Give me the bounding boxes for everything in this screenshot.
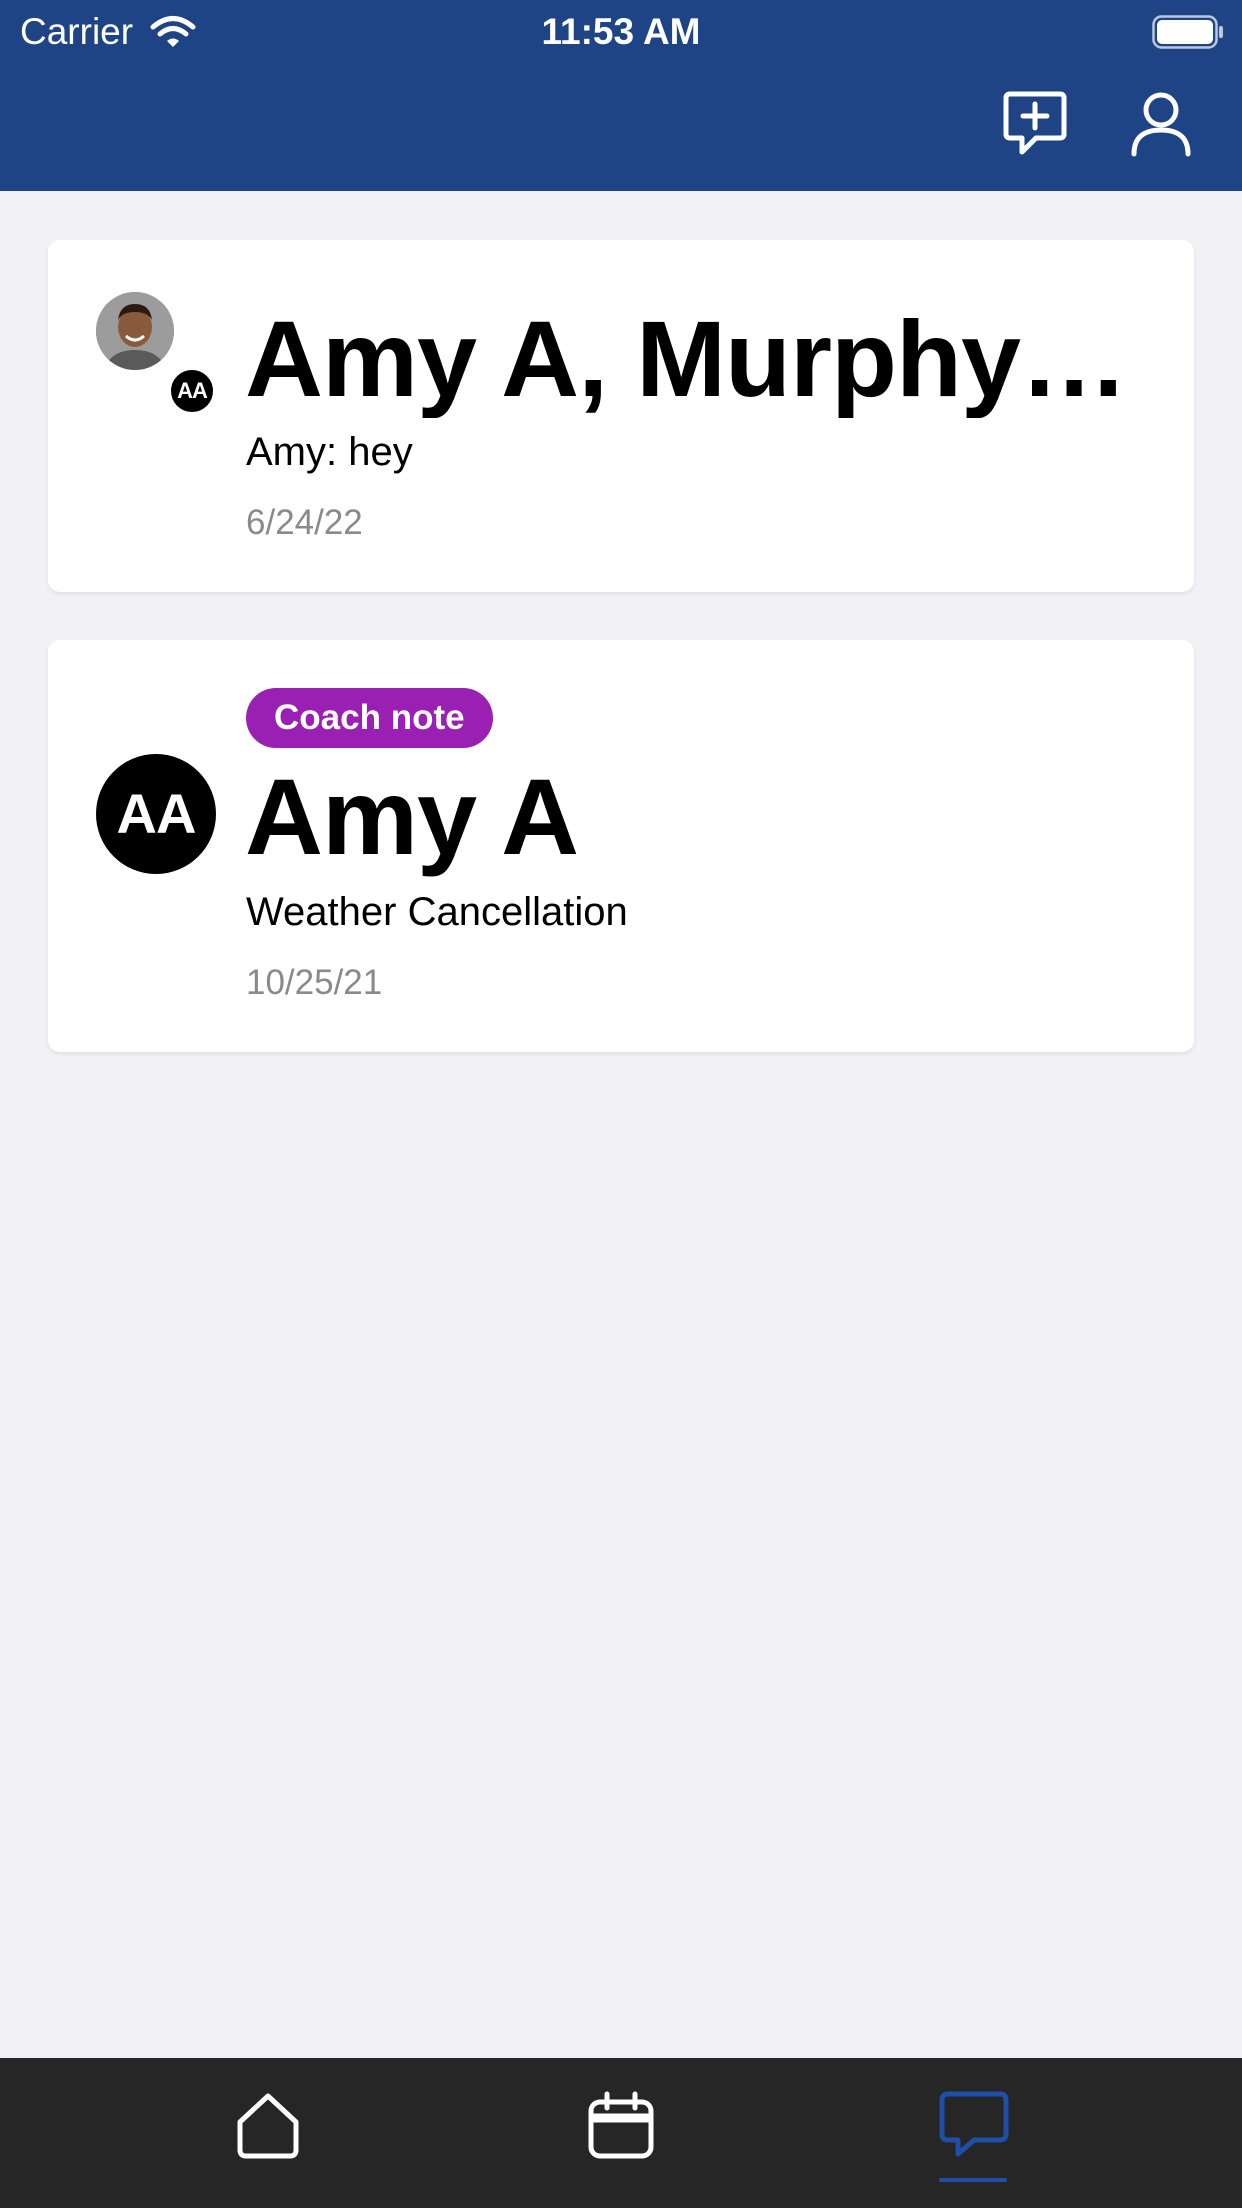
avatar <box>96 292 174 370</box>
tab-messages[interactable] <box>934 2086 1014 2166</box>
conversation-title: Amy A, Murphy… <box>245 300 1128 418</box>
battery-icon <box>1152 15 1224 49</box>
message-preview: Weather Cancellation <box>246 890 628 934</box>
conversation-date: 10/25/21 <box>246 963 383 1002</box>
avatar-initials-badge: AA <box>169 368 215 414</box>
conversation-card[interactable]: AA Amy A, Murphy… Amy: hey 6/24/22 <box>48 240 1194 592</box>
message-preview: Amy: hey <box>246 430 413 474</box>
conversation-date: 6/24/22 <box>246 503 363 542</box>
profile-button[interactable] <box>1126 88 1196 158</box>
new-message-icon <box>1003 91 1067 155</box>
app-header: Carrier 11:53 AM <box>0 0 1242 191</box>
tab-bar <box>0 2058 1242 2208</box>
active-tab-indicator <box>939 2178 1007 2182</box>
new-message-button[interactable] <box>1000 88 1070 158</box>
status-time: 11:53 AM <box>541 11 701 52</box>
messages-icon <box>939 2091 1009 2157</box>
avatar: AA <box>96 754 216 874</box>
coach-note-badge: Coach note <box>246 688 493 748</box>
home-icon <box>237 2093 299 2159</box>
conversation-title: Amy A <box>245 756 579 877</box>
profile-icon <box>1131 92 1191 157</box>
tab-home[interactable] <box>228 2086 308 2166</box>
tab-calendar[interactable] <box>581 2086 661 2166</box>
conversation-card[interactable]: Coach note AA Amy A Weather Cancellation… <box>48 640 1194 1052</box>
calendar-icon <box>588 2091 654 2159</box>
